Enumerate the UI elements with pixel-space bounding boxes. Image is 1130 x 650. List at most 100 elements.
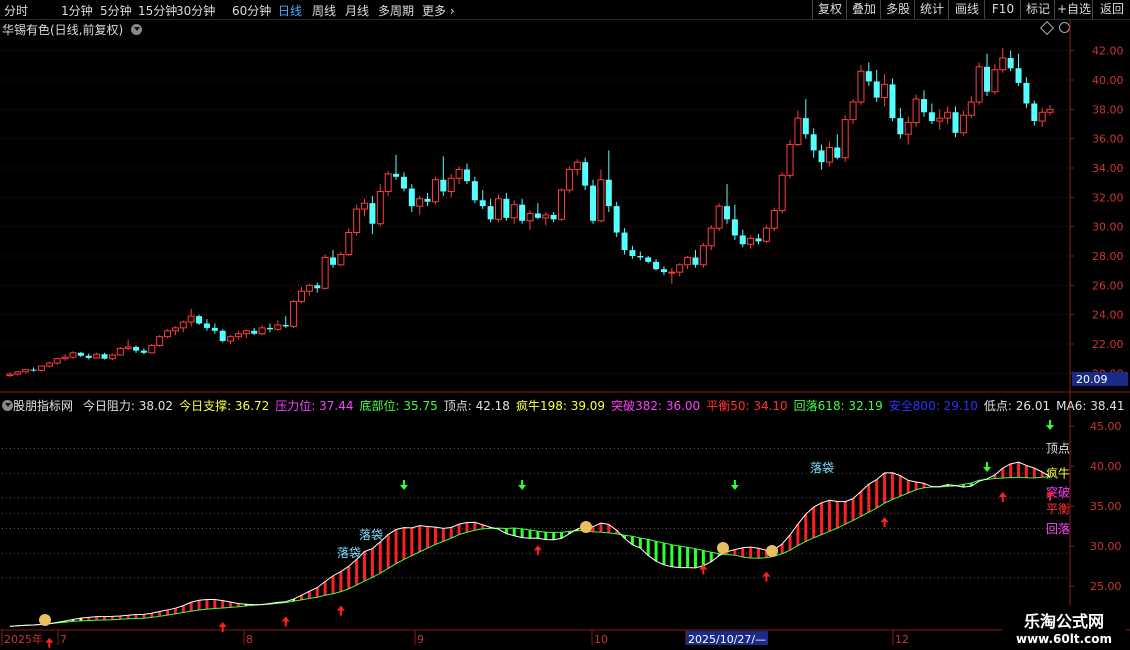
candle-body [629, 250, 636, 256]
ind-axis-label: 45.00 [1090, 420, 1122, 433]
candle-body [747, 237, 755, 245]
indicator-name: 股朋指标网 [13, 399, 74, 413]
candle-body [369, 203, 376, 224]
date-axis-label: 9 [417, 633, 424, 646]
price-axis-label: 22.00 [1092, 338, 1124, 351]
legend-item-0: 今日阻力: 38.02 [82, 399, 174, 413]
candle-body [723, 206, 730, 220]
level-label: 回落 [1046, 522, 1070, 536]
candle-body [447, 177, 455, 192]
candle-body [645, 257, 652, 262]
candle-body [597, 179, 605, 222]
buy-arrow-icon [762, 571, 771, 582]
candle-body [904, 122, 912, 135]
date-axis-label: 10 [594, 633, 608, 646]
candle-body [164, 330, 172, 338]
watermark-line2: www.60lt.com [1015, 632, 1113, 646]
date-axis-label: 7 [60, 633, 67, 646]
candle-body [376, 190, 384, 225]
candle-body [361, 202, 369, 210]
candle-body [242, 330, 250, 335]
candle-body [834, 147, 841, 158]
sell-arrow-icon [730, 480, 739, 490]
candle-body [424, 198, 431, 202]
candle-body [810, 134, 817, 151]
sell-arrow-icon [518, 480, 527, 490]
price-axis-label: 38.00 [1092, 103, 1124, 116]
candle-body [952, 112, 959, 133]
candle-body [6, 373, 14, 377]
candle-body [653, 261, 660, 270]
candle-body [841, 119, 849, 159]
price-axis-label: 34.00 [1092, 162, 1124, 175]
candle-body [85, 355, 92, 358]
legend-item-11: MA6: 38.41 [1056, 399, 1125, 413]
watermark: 乐淘公式网 www.60lt.com [1002, 606, 1126, 650]
candle-body [203, 323, 210, 328]
candle-body [936, 117, 944, 122]
candle-body [227, 336, 235, 342]
candle-body [416, 198, 424, 207]
candle-body [156, 336, 164, 346]
level-label: 疯牛 [1046, 465, 1070, 480]
legend-item-4: 顶点: 42.18 [443, 399, 510, 413]
candle-body [22, 369, 30, 373]
candle-body [770, 210, 778, 229]
candle-body [455, 168, 463, 179]
candle-body [479, 200, 486, 207]
buy-arrow-icon [281, 616, 290, 627]
candle-body [274, 324, 282, 330]
candle-body [582, 162, 589, 186]
date-axis-label: 8 [246, 633, 253, 646]
candle-body [140, 350, 147, 353]
level-label: 顶点 [1046, 442, 1070, 456]
date-axis-label: 12 [895, 633, 909, 646]
candle-body [133, 346, 140, 351]
candle-body [179, 321, 187, 329]
candle-body [393, 173, 400, 177]
buy-arrow-icon [880, 517, 889, 528]
candle-body [211, 327, 218, 331]
legend-item-10: 低点: 26.01 [983, 399, 1051, 413]
candle-body [400, 176, 407, 189]
date-axis-label: 2025年 [4, 632, 43, 646]
candle-body [124, 346, 132, 349]
candle-body [353, 208, 361, 234]
candle-body [431, 179, 439, 203]
candle-body [802, 118, 809, 135]
candle-body [590, 185, 597, 221]
candle-body [676, 264, 684, 273]
candle-body [93, 353, 101, 359]
candle-body [463, 169, 470, 182]
candle-body [739, 235, 746, 245]
indicator-dropdown-icon[interactable] [2, 400, 13, 411]
candle-body [234, 333, 242, 338]
candle-body [384, 173, 392, 192]
candle-body [345, 232, 353, 256]
legend-item-5: 疯牛198: 39.09 [515, 399, 606, 413]
money-bag-icon [717, 542, 729, 554]
candle-body [928, 112, 935, 122]
money-bag-icon [580, 521, 592, 533]
candle-body [108, 354, 116, 360]
price-axis-label: 40.00 [1092, 74, 1124, 87]
candle-body [1031, 103, 1038, 122]
legend-item-6: 突破382: 36.00 [611, 399, 701, 413]
candle-body [897, 118, 904, 135]
candle-body [660, 269, 667, 273]
buy-arrow-icon [998, 492, 1007, 503]
kline-chart: 42.00 40.00 38.00 36.00 34.00 32.00 30.00 28.00… [0, 20, 1130, 648]
date-axis-label: 2025/10/27/— [688, 633, 766, 646]
price-axis-label: 32.00 [1092, 191, 1124, 204]
ma6-line [9, 461, 1051, 627]
candle-body [305, 284, 313, 292]
legend-item-2: 压力位: 37.44 [275, 399, 354, 413]
ind-axis-label: 30.00 [1090, 540, 1122, 553]
legend-item-3: 底部位: 35.75 [359, 399, 438, 413]
candle-body [621, 232, 628, 251]
money-bag-icon [39, 614, 51, 626]
candle-body [258, 327, 266, 335]
legend-item-7: 平衡50: 34.10 [706, 399, 788, 413]
annotation-label: 落袋 [810, 461, 834, 475]
candle-body [920, 99, 927, 113]
